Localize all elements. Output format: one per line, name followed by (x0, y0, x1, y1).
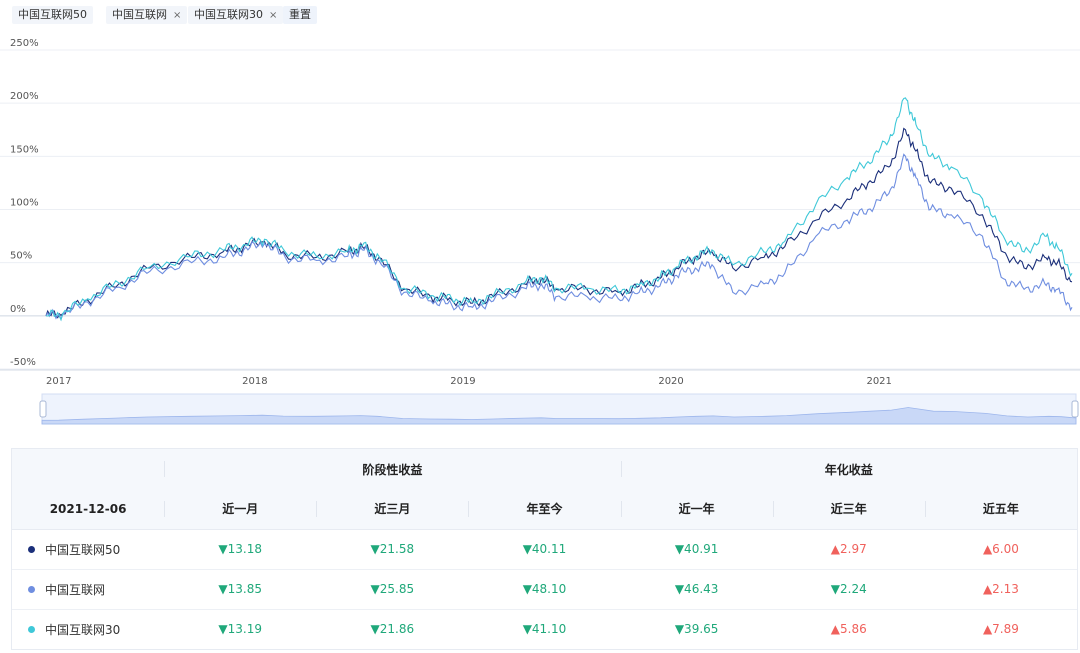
value-cell: ▼21.58 (370, 542, 415, 556)
series-dot-icon (28, 585, 35, 593)
group-header-period: 阶段性收益 (164, 449, 620, 489)
row-name: 中国互联网 (45, 582, 106, 597)
tag-index-2[interactable]: 中国互联网 × (106, 6, 188, 24)
value-cell: ▼39.65 (674, 622, 719, 637)
value-cell: ▲6.00 (982, 542, 1019, 556)
table-row: 中国互联网 ▼13.85 ▼25.85 ▼48.10 ▼46.43 ▼2.24 … (12, 569, 1077, 609)
row-name: 中国互联网30 (45, 622, 121, 637)
value-cell: ▼48.10 (522, 582, 567, 596)
range-handle-right[interactable] (1071, 400, 1079, 418)
returns-table-panel: 阶段性收益 年化收益 2021-12-06 近一月 近三月 年至今 近一年 近三… (11, 448, 1078, 650)
y-tick-label: 250% (10, 38, 39, 49)
line-chart: -50%0%50%100%150%200%250% 2017 2018 2019 20… (0, 38, 1080, 425)
tag-index-3[interactable]: 中国互联网30 × (188, 6, 284, 24)
tag-label: 中国互联网30 (194, 8, 263, 21)
row-name: 中国互联网50 (45, 542, 121, 557)
value-cell: ▼13.85 (218, 582, 262, 596)
group-header-blank (12, 449, 164, 489)
y-tick-label: 0% (10, 304, 26, 315)
value-cell: ▼40.11 (522, 542, 567, 556)
series-layer (45, 97, 1073, 322)
row-name-cell: 中国互联网 (12, 569, 164, 609)
y-tick-label: 150% (10, 144, 39, 155)
col-header: 近五年 (924, 489, 1077, 529)
value-cell: ▼25.85 (370, 582, 415, 596)
range-handle-left[interactable] (39, 400, 47, 418)
y-tick-label: 200% (10, 91, 39, 102)
value-cell: ▼41.10 (522, 622, 567, 637)
table-row: 中国互联网30 ▼13.19 ▼21.86 ▼41.10 ▼39.65 ▲5.8… (12, 609, 1077, 649)
tag-index-1[interactable]: 中国互联网50 (12, 6, 93, 24)
value-cell: ▼21.86 (370, 622, 415, 637)
x-tick-label: 2018 (242, 376, 267, 387)
y-tick-label: 100% (10, 198, 39, 209)
value-cell: ▲2.97 (830, 542, 867, 556)
returns-table: 阶段性收益 年化收益 2021-12-06 近一月 近三月 年至今 近一年 近三… (12, 449, 1077, 649)
row-name-cell: 中国互联网50 (12, 529, 164, 569)
col-header: 近三年 (772, 489, 925, 529)
series-line (45, 153, 1073, 321)
series-dot-icon (28, 625, 35, 633)
value-cell: ▼13.18 (218, 542, 262, 556)
value-cell: ▲5.86 (830, 622, 867, 637)
tag-label: 中国互联网 (112, 8, 167, 21)
index-tag-bar: 中国互联网50 中国互联网 × 中国互联网30 × 重置 (0, 0, 1080, 30)
value-cell: ▼46.43 (674, 582, 719, 596)
x-tick-label: 2019 (450, 376, 475, 387)
close-icon[interactable]: × (173, 10, 181, 21)
group-header-annualized: 年化收益 (620, 449, 1077, 489)
value-cell: ▲7.89 (982, 622, 1019, 637)
table-row: 中国互联网50 ▼13.18 ▼21.58 ▼40.11 ▼40.91 ▲2.9… (12, 529, 1077, 569)
col-header: 近三月 (316, 489, 468, 529)
grid (0, 49, 1080, 370)
y-tick-label: 50% (10, 251, 32, 262)
series-dot-icon (28, 545, 35, 553)
x-axis: 2017 2018 2019 2020 2021 (0, 369, 1080, 387)
reset-button[interactable]: 重置 (283, 6, 317, 24)
row-name-cell: 中国互联网30 (12, 609, 164, 649)
col-header: 年至今 (468, 489, 620, 529)
col-header: 近一月 (164, 489, 316, 529)
value-cell: ▼40.91 (674, 542, 719, 556)
value-cell: ▼2.24 (830, 582, 867, 596)
col-header: 近一年 (620, 489, 773, 529)
y-axis: -50% 0% 50% 100% 150% 200% 250% (10, 38, 39, 368)
x-tick-label: 2021 (866, 376, 891, 387)
series-line (45, 97, 1073, 322)
x-tick-label: 2017 (46, 376, 71, 387)
column-header-row: 2021-12-06 近一月 近三月 年至今 近一年 近三年 近五年 (12, 489, 1077, 529)
close-icon[interactable]: × (269, 10, 277, 21)
value-cell: ▲2.13 (982, 582, 1019, 596)
group-header-row: 阶段性收益 年化收益 (12, 449, 1077, 489)
range-slider[interactable] (39, 393, 1079, 425)
value-cell: ▼13.19 (218, 622, 262, 637)
y-tick-label: -50% (10, 357, 36, 368)
tag-label: 中国互联网50 (18, 8, 87, 21)
date-header: 2021-12-06 (49, 501, 127, 516)
x-tick-label: 2020 (658, 376, 683, 387)
